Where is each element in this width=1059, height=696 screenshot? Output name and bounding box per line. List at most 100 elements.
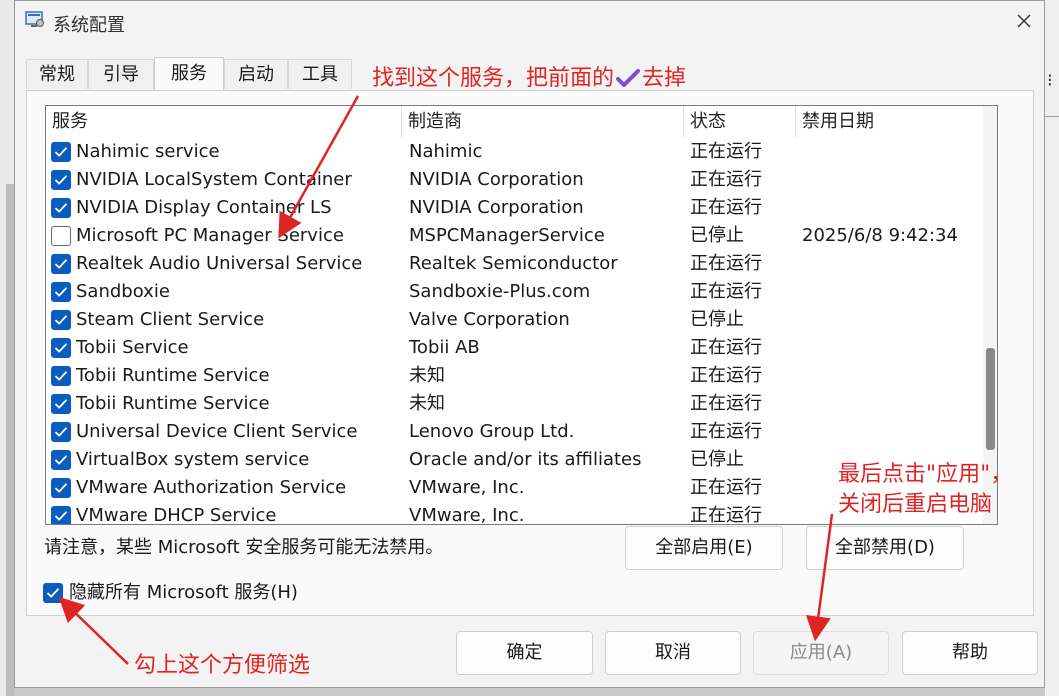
table-row[interactable]: Sandboxie Sandboxie-Plus.com 正在运行: [46, 278, 983, 306]
service-disabled-date: [802, 194, 983, 222]
table-row[interactable]: Universal Device Client Service Lenovo Gr…: [46, 418, 983, 446]
checkmark-icon: [54, 175, 68, 185]
title-bar[interactable]: 系统配置: [15, 1, 1044, 45]
service-status: 正在运行: [690, 505, 762, 525]
tab-tools[interactable]: 工具: [288, 59, 352, 89]
checkmark-icon: [54, 455, 68, 465]
notice-text: 请注意，某些 Microsoft 安全服务可能无法禁用。: [44, 537, 444, 558]
checkmark-icon: [54, 399, 68, 409]
service-manufacturer: Realtek Semiconductor: [409, 253, 618, 274]
service-status: 正在运行: [690, 365, 762, 386]
service-manufacturer: MSPCManagerService: [409, 225, 605, 246]
service-status: 正在运行: [690, 337, 762, 358]
service-disabled-date: [802, 250, 983, 278]
service-name: NVIDIA Display Container LS: [76, 197, 332, 218]
window-title: 系统配置: [53, 15, 125, 36]
service-checkbox[interactable]: [51, 478, 71, 498]
column-header-service[interactable]: 服务: [46, 106, 402, 138]
service-checkbox[interactable]: [51, 310, 71, 330]
table-row[interactable]: Nahimic service Nahimic 正在运行: [46, 138, 983, 166]
msconfig-icon: [25, 11, 45, 29]
checkmark-icon: [54, 315, 68, 325]
service-checkbox[interactable]: [51, 394, 71, 414]
service-checkbox[interactable]: [51, 422, 71, 442]
service-manufacturer: 未知: [409, 365, 445, 386]
annotation-apply-line2: 关闭后重启电脑: [838, 492, 993, 517]
checkmark-icon: [54, 147, 68, 157]
service-manufacturer: Oracle and/or its affiliates: [409, 449, 642, 470]
service-status: 正在运行: [690, 281, 762, 302]
service-checkbox[interactable]: [51, 450, 71, 470]
column-header-manufacturer[interactable]: 制造商: [402, 106, 684, 138]
enable-all-button[interactable]: 全部启用(E): [625, 526, 783, 570]
annotation-find-service: 找到这个服务，把前面的 去掉: [372, 60, 686, 92]
service-checkbox[interactable]: [51, 170, 71, 190]
background-strip: [6, 184, 14, 696]
checkmark-icon: [54, 343, 68, 353]
table-row[interactable]: Microsoft PC Manager Service MSPCManagerS…: [46, 222, 983, 250]
annotation-check-hint: 勾上这个方便筛选: [134, 653, 311, 678]
service-checkbox[interactable]: [51, 142, 71, 162]
background-line: [1045, 116, 1059, 117]
checkmark-icon: [54, 287, 68, 297]
help-button[interactable]: 帮助: [902, 631, 1038, 675]
checkmark-icon: [54, 483, 68, 493]
tab-startup[interactable]: 启动: [224, 59, 288, 89]
service-status: 已停止: [690, 225, 744, 246]
service-name: Realtek Audio Universal Service: [76, 253, 363, 274]
service-disabled-date: [802, 166, 983, 194]
service-disabled-date: 2025/6/8 9:42:34: [802, 225, 958, 246]
service-name: Sandboxie: [76, 281, 170, 302]
service-status: 正在运行: [690, 141, 762, 162]
column-header-disabled-date[interactable]: 禁用日期: [796, 106, 983, 138]
ok-button[interactable]: 确定: [456, 631, 593, 675]
service-manufacturer: Nahimic: [409, 141, 483, 162]
table-row[interactable]: Steam Client Service Valve Corporation 已停止: [46, 306, 983, 334]
service-name: NVIDIA LocalSystem Container: [76, 169, 352, 190]
service-status: 正在运行: [690, 421, 762, 442]
service-checkbox[interactable]: [51, 226, 71, 246]
background-right: ⁝: [1045, 0, 1059, 696]
annotation-find-service-suffix: 去掉: [642, 66, 687, 91]
tab-general[interactable]: 常规: [26, 59, 88, 89]
scrollbar-thumb[interactable]: [986, 348, 995, 450]
service-name: Steam Client Service: [76, 309, 265, 330]
hide-ms-checkbox[interactable]: [43, 583, 63, 603]
service-manufacturer: Lenovo Group Ltd.: [409, 421, 575, 442]
hide-ms-label: 隐藏所有 Microsoft 服务(H): [69, 582, 298, 603]
close-button[interactable]: [1008, 5, 1040, 37]
table-row[interactable]: Realtek Audio Universal Service Realtek S…: [46, 250, 983, 278]
apply-button[interactable]: 应用(A): [753, 631, 889, 675]
service-status: 正在运行: [690, 253, 762, 274]
service-disabled-date: [802, 418, 983, 446]
service-disabled-date: [802, 278, 983, 306]
service-checkbox[interactable]: [51, 506, 71, 524]
service-checkbox[interactable]: [51, 366, 71, 386]
service-checkbox[interactable]: [51, 338, 71, 358]
service-disabled-date: [802, 138, 983, 166]
table-row[interactable]: NVIDIA LocalSystem Container NVIDIA Corpo…: [46, 166, 983, 194]
table-row[interactable]: Tobii Runtime Service 未知 正在运行: [46, 390, 983, 418]
tab-services[interactable]: 服务: [154, 57, 224, 91]
list-header: 服务 制造商 状态 禁用日期: [46, 106, 983, 138]
service-status: 已停止: [690, 449, 744, 470]
background-left: [0, 0, 14, 696]
service-disabled-date: [802, 306, 983, 334]
disable-all-button[interactable]: 全部禁用(D): [806, 526, 964, 570]
column-header-status[interactable]: 状态: [684, 106, 796, 138]
checkmark-icon: [54, 511, 68, 521]
background-glyph: ⁝: [1047, 70, 1053, 91]
cancel-button[interactable]: 取消: [605, 631, 741, 675]
service-checkbox[interactable]: [51, 254, 71, 274]
close-icon: [1017, 14, 1031, 28]
service-checkbox[interactable]: [51, 282, 71, 302]
table-row[interactable]: NVIDIA Display Container LS NVIDIA Corpor…: [46, 194, 983, 222]
table-row[interactable]: Tobii Service Tobii AB 正在运行: [46, 334, 983, 362]
service-checkbox[interactable]: [51, 198, 71, 218]
checkmark-icon: [54, 371, 68, 381]
table-row[interactable]: Tobii Runtime Service 未知 正在运行: [46, 362, 983, 390]
tab-boot[interactable]: 引导: [88, 59, 154, 89]
service-name: VMware Authorization Service: [76, 477, 347, 498]
service-disabled-date: [802, 334, 983, 362]
service-manufacturer: 未知: [409, 393, 445, 414]
